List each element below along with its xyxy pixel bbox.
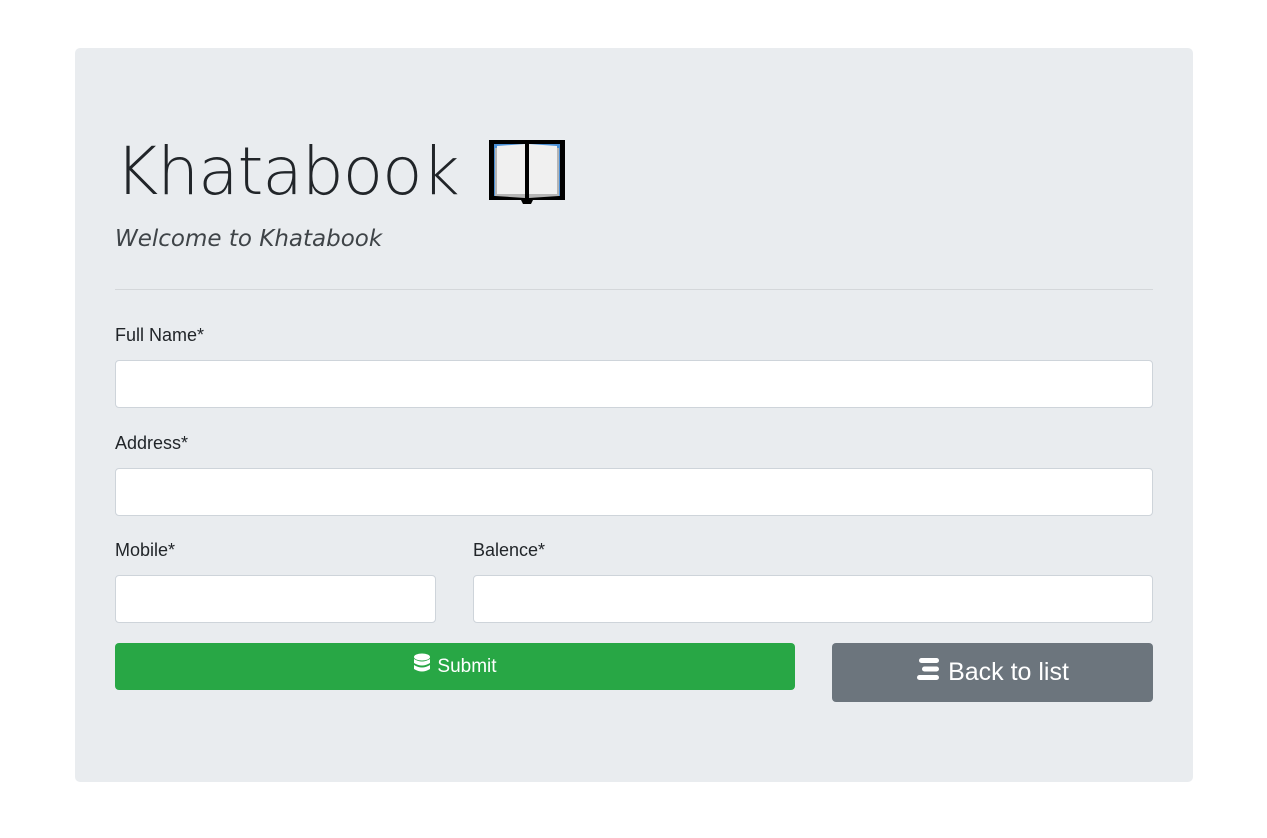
open-book-icon: [487, 138, 567, 206]
list-icon: [916, 657, 942, 688]
mobile-label: Mobile*: [115, 540, 176, 560]
full-name-input[interactable]: [115, 360, 1153, 408]
form-panel: Khatabook Welcome to Khatabook Full Name…: [75, 48, 1193, 782]
divider: [115, 289, 1153, 290]
submit-label: Submit: [437, 655, 497, 677]
balance-input[interactable]: [473, 575, 1153, 623]
address-input[interactable]: [115, 468, 1153, 516]
back-to-list-button[interactable]: Back to list: [832, 643, 1153, 702]
back-to-list-label: Back to list: [948, 658, 1069, 686]
submit-button[interactable]: Submit: [115, 643, 795, 690]
mobile-input[interactable]: [115, 575, 436, 623]
page-title: Khatabook: [115, 133, 460, 210]
page-header: Khatabook: [115, 134, 567, 210]
address-label: Address*: [115, 433, 189, 453]
full-name-label: Full Name*: [115, 325, 205, 345]
balance-label: Balence*: [473, 540, 546, 560]
database-icon: [413, 653, 431, 681]
page-subtitle: Welcome to Khatabook: [115, 226, 383, 252]
